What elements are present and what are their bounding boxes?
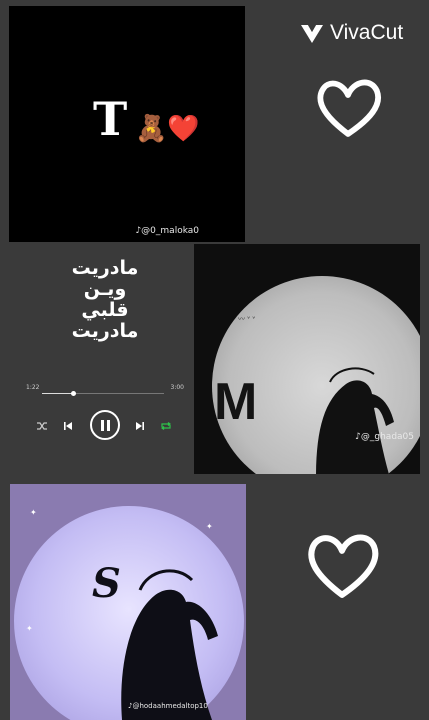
image-letter-s: ✦ ✦ ✦ S ♪@hodaahmedaltop10: [10, 484, 246, 720]
previous-icon[interactable]: [62, 420, 74, 432]
sparkle-icon: ✦: [206, 522, 213, 531]
time-total: 3:00: [170, 384, 184, 391]
lyrics: مادريت ويـن قلبي مادريت: [20, 258, 190, 342]
image-letter-m: 〰 ᵛ ᵛ M ♪@_ghada05: [194, 244, 420, 474]
birds-decoration: 〰 ᵛ ᵛ: [238, 315, 256, 323]
shuffle-icon[interactable]: [36, 420, 48, 432]
lyric-line: قلبي: [81, 299, 129, 321]
progress-bar[interactable]: 1:22 3:00: [26, 384, 184, 400]
heart-icon: [317, 79, 381, 137]
sparkle-icon: ✦: [30, 508, 37, 517]
brand-name: VivaCut: [330, 21, 404, 44]
letter-m: M: [214, 373, 258, 431]
tiktok-watermark: ♪@0_maloka0: [135, 226, 199, 236]
progress-track[interactable]: [42, 391, 164, 396]
progress-fill: [42, 393, 73, 394]
repeat-icon[interactable]: [160, 420, 172, 432]
progress-thumb[interactable]: [70, 391, 76, 396]
sparkle-icon: ✦: [26, 624, 33, 633]
letter-t: T: [93, 92, 128, 146]
next-icon[interactable]: [134, 420, 146, 432]
letter-s: S: [92, 560, 121, 607]
lyric-line: ويـن: [83, 278, 127, 300]
pause-button[interactable]: [90, 410, 120, 440]
playback-controls: [34, 410, 176, 442]
music-player: مادريت ويـن قلبي مادريت 1:22 3:00: [20, 258, 190, 458]
image-letter-t: T 🧸❤️ ♪@0_maloka0: [9, 6, 245, 242]
tiktok-watermark: ♪@_ghada05: [355, 432, 414, 442]
vivacut-brand: VivaCut: [300, 18, 403, 48]
lyric-line: مادريت: [71, 320, 139, 342]
lyric-line: مادريت: [71, 257, 139, 279]
vivacut-logo-icon: [301, 25, 323, 43]
heart-icon: [308, 534, 379, 598]
girl-silhouette: [121, 569, 218, 720]
girl-silhouette: [316, 367, 394, 474]
teddy-heart-emoji: 🧸❤️: [135, 114, 200, 144]
time-elapsed: 1:22: [26, 384, 40, 391]
tiktok-watermark: ♪@hodaahmedaltop10: [128, 702, 208, 710]
